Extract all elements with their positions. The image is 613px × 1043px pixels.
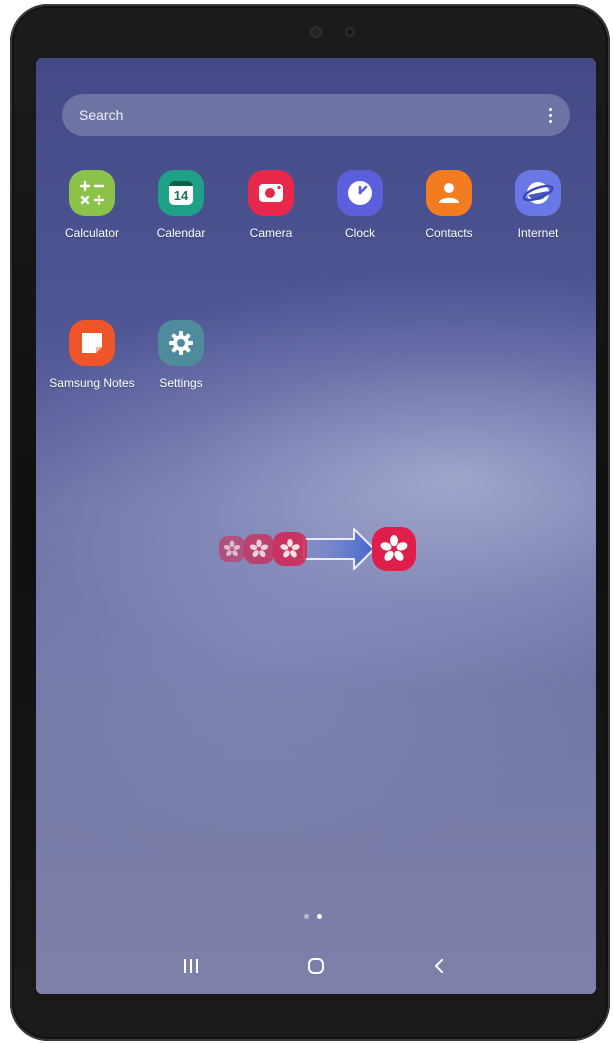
home-icon <box>308 958 324 974</box>
app-internet[interactable]: Internet <box>493 170 583 240</box>
internet-icon <box>515 170 561 216</box>
calendar-date: 14 <box>173 187 189 203</box>
contacts-icon <box>426 170 472 216</box>
app-calendar[interactable]: 14 Calendar <box>136 170 226 240</box>
page-indicator <box>304 914 322 919</box>
clock-icon <box>337 170 383 216</box>
app-label: Calculator <box>64 226 120 240</box>
front-camera <box>310 26 322 38</box>
more-options-icon[interactable] <box>538 94 562 136</box>
calendar-icon: 14 <box>158 170 204 216</box>
settings-icon <box>158 320 204 366</box>
page-dot[interactable] <box>304 914 309 919</box>
app-contacts[interactable]: Contacts <box>404 170 494 240</box>
app-label: Calendar <box>156 226 206 240</box>
apps-screen: Search Calculator 14 Calendar Camera Clo… <box>36 58 596 994</box>
drag-gesture-illustration <box>216 520 426 580</box>
recents-button[interactable] <box>166 948 216 984</box>
notes-icon <box>69 320 115 366</box>
app-label: Internet <box>517 226 559 240</box>
app-label: Camera <box>249 226 293 240</box>
app-label: Clock <box>344 226 375 240</box>
page-dot-current[interactable] <box>317 914 322 919</box>
app-camera[interactable]: Camera <box>226 170 316 240</box>
navigation-bar <box>36 938 596 994</box>
home-button[interactable] <box>291 948 341 984</box>
app-label: Samsung Notes <box>49 376 135 390</box>
camera-icon <box>248 170 294 216</box>
calculator-icon <box>69 170 115 216</box>
app-label: Settings <box>159 376 203 390</box>
proximity-sensor <box>345 27 355 37</box>
back-button[interactable] <box>414 948 464 984</box>
gallery-icon <box>372 527 416 571</box>
gallery-icon-trail <box>219 532 307 566</box>
app-calculator[interactable]: Calculator <box>47 170 137 240</box>
search-bar[interactable]: Search <box>62 94 570 136</box>
app-clock[interactable]: Clock <box>315 170 405 240</box>
app-samsung-notes[interactable]: Samsung Notes <box>47 320 137 390</box>
app-settings[interactable]: Settings <box>136 320 226 390</box>
app-label: Contacts <box>425 226 473 240</box>
recents-icon <box>184 959 198 973</box>
back-icon <box>435 959 443 973</box>
search-placeholder: Search <box>79 107 124 123</box>
